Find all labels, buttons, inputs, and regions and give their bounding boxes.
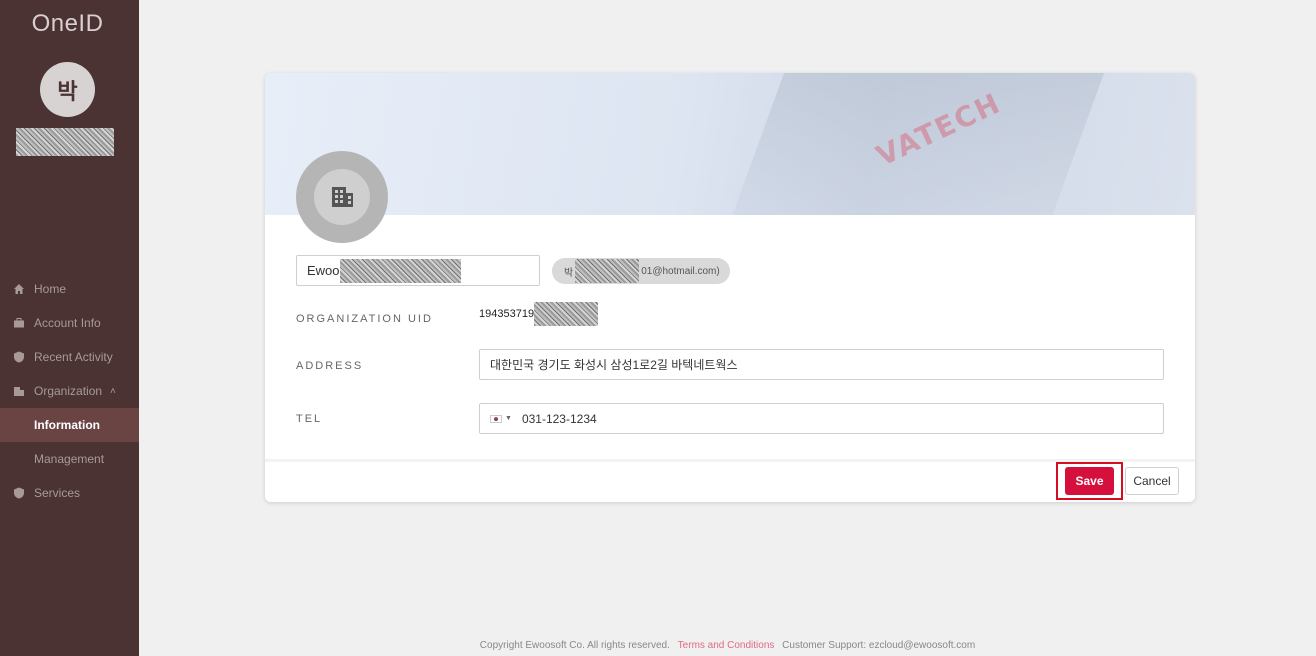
organization-name-text: Ewoo [307, 263, 340, 278]
sidebar-item-organization[interactable]: Organization ˄ [0, 374, 139, 408]
brand-logo: OneID [31, 10, 104, 37]
redacted-name [339, 258, 461, 283]
building-icon [328, 181, 356, 214]
email-prefix: 박 [564, 267, 574, 279]
organization-card: VATECH Ewoo 박 01@hotmail.com) ORGANIZATI… [265, 73, 1195, 502]
save-button[interactable]: Save [1065, 467, 1114, 495]
page-footer: Copyright Ewoosoft Co. All rights reserv… [139, 640, 1316, 651]
sidebar-item-management[interactable]: Management [0, 442, 139, 476]
banner-image: VATECH [265, 73, 1195, 215]
sidebar-item-recent-activity[interactable]: Recent Activity [0, 340, 139, 374]
sidebar-item-label: Recent Activity [34, 350, 113, 364]
copyright-text: Copyright Ewoosoft Co. All rights reserv… [479, 640, 670, 651]
sidebar-item-label: Home [34, 282, 67, 296]
owner-email-chip: 박 01@hotmail.com) [552, 258, 730, 284]
tel-text: 031-123-1234 [521, 411, 597, 426]
tel-label: TEL [296, 413, 323, 425]
redacted-email [575, 259, 640, 283]
redacted-username [16, 128, 114, 156]
uid-text: 194353719 [479, 308, 535, 320]
organization-name-input[interactable]: Ewoo [296, 255, 540, 286]
sidebar-item-label: Information [34, 418, 100, 432]
avatar[interactable]: 박 [40, 62, 95, 117]
sidebar-item-label: Services [34, 486, 81, 500]
terms-link[interactable]: Terms and Conditions [678, 640, 775, 651]
sidebar-item-information[interactable]: Information [0, 408, 139, 442]
organization-logo[interactable] [296, 151, 388, 243]
sidebar-item-home[interactable]: Home [0, 272, 139, 306]
sidebar-item-label: Management [34, 452, 105, 466]
chevron-up-icon: ˄ [110, 385, 116, 397]
sidebar: OneID 박 Home Account Info Recent Activit… [0, 0, 139, 656]
tel-input[interactable]: ▼ 031-123-1234 [479, 403, 1164, 434]
sidebar-item-label: Account Info [34, 316, 101, 330]
address-input[interactable]: 대한민국 경기도 화성시 삼성1로2길 바텍네트웍스 [479, 349, 1164, 380]
briefcase-icon [12, 316, 26, 330]
address-text: 대한민국 경기도 화성시 삼성1로2길 바텍네트웍스 [490, 358, 738, 372]
redacted-uid [534, 302, 599, 326]
sidebar-item-label: Organization [34, 384, 103, 398]
email-suffix: 01@hotmail.com) [641, 265, 720, 277]
home-icon [12, 282, 26, 296]
sidebar-item-account-info[interactable]: Account Info [0, 306, 139, 340]
caret-down-icon[interactable]: ▼ [505, 415, 512, 422]
cancel-button[interactable]: Cancel [1125, 467, 1179, 495]
korea-flag-icon[interactable] [490, 414, 502, 423]
shield-icon [12, 486, 26, 500]
uid-value: 194353719 [479, 302, 599, 326]
address-label: ADDRESS [296, 360, 364, 372]
support-text: Customer Support: ezcloud@ewoosoft.com [782, 640, 976, 651]
uid-label: ORGANIZATION UID [296, 313, 433, 325]
sidebar-nav: Home Account Info Recent Activity Organi… [0, 272, 139, 510]
building-icon [12, 384, 26, 398]
sidebar-item-services[interactable]: Services [0, 476, 139, 510]
shield-icon [12, 350, 26, 364]
